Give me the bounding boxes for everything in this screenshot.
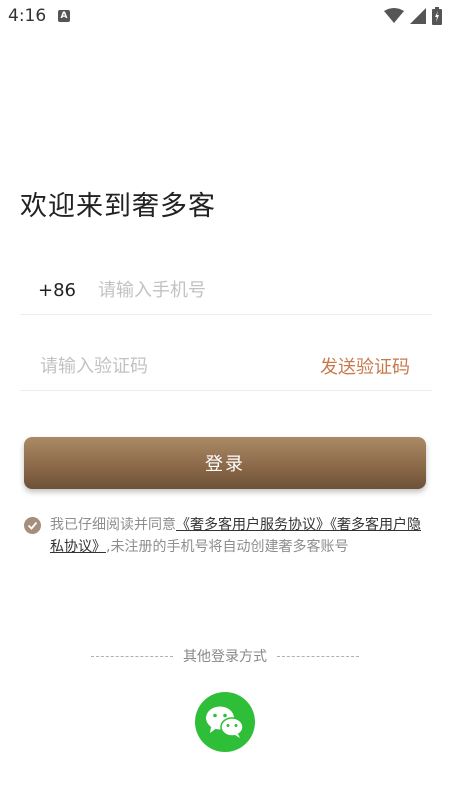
divider-line-left [91,655,173,657]
wechat-icon [206,706,244,738]
service-agreement-link[interactable]: 《奢多客用户服务协议》 [176,517,330,533]
agreement-suffix: ,未注册的手机号将自动创建奢多客账号 [106,539,349,555]
welcome-title: 欢迎来到奢多客 [20,191,216,222]
country-code[interactable]: +86 [38,280,76,301]
notification-icon: A [58,10,70,22]
battery-icon [432,7,442,25]
divider-line-right [277,655,359,657]
status-icons [384,7,442,25]
status-bar: 4:16 A [0,0,450,34]
agreement-checkbox[interactable] [24,517,41,534]
agreement-text: 我已仔细阅读并同意《奢多客用户服务协议》《奢多客用户隐私协议》,未注册的手机号将… [50,514,430,558]
status-time: 4:16 [8,6,47,26]
agreement-prefix: 我已仔细阅读并同意 [50,517,176,533]
login-button[interactable]: 登录 [24,437,426,489]
wechat-login-button[interactable] [195,692,255,752]
verification-code-input[interactable] [38,354,292,378]
check-icon [27,521,38,530]
other-login-label: 其他登录方式 [183,649,267,665]
phone-row: +86 [20,266,432,315]
verification-code-row: 发送验证码 [20,342,432,391]
phone-input[interactable] [96,278,400,302]
other-login-divider: 其他登录方式 [0,646,450,666]
send-code-button[interactable]: 发送验证码 [320,353,410,379]
signal-icon [410,8,426,24]
wifi-icon [384,8,404,23]
